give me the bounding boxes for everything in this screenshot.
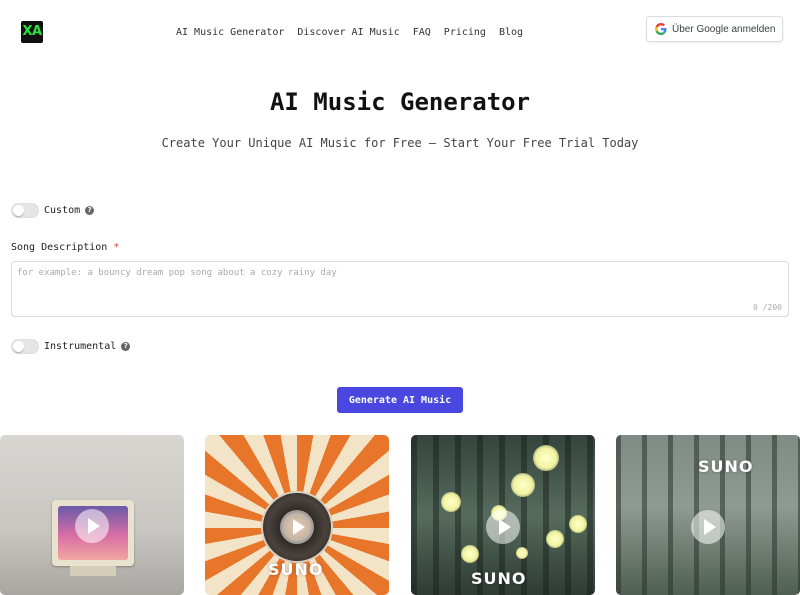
play-icon[interactable] [486,510,520,544]
google-button-label: Über Google anmelden [672,23,776,35]
generate-music-button[interactable]: Generate AI Music [337,387,463,413]
music-card[interactable]: SUNO [411,435,595,595]
card-watermark: SUNO [268,560,324,579]
help-icon[interactable]: ? [85,206,95,215]
custom-label: Custom [44,205,81,216]
instrumental-toggle[interactable] [11,339,39,354]
help-icon[interactable]: ? [121,342,131,351]
nav-item-pricing[interactable]: Pricing [444,27,486,38]
card-watermark: SUNO [471,569,527,588]
play-icon[interactable] [75,509,109,543]
song-description-field: 0 /200 [11,261,789,317]
play-icon[interactable] [691,510,725,544]
page-subtitle: Create Your Unique AI Music for Free – S… [161,136,639,150]
google-sign-in-button[interactable]: Über Google anmelden [646,16,783,42]
music-card[interactable] [0,435,184,595]
music-card[interactable]: SUNO [205,435,389,595]
card-watermark: SUNO [698,457,754,476]
custom-toggle[interactable] [11,203,39,218]
nav-item-ai-music-generator[interactable]: AI Music Generator [176,27,284,38]
custom-row: Custom ? [11,203,95,218]
main-nav: AI Music Generator Discover AI Music FAQ… [176,27,523,38]
instrumental-label: Instrumental [44,341,117,352]
required-mark: * [113,242,120,253]
nav-item-faq[interactable]: FAQ [413,27,431,38]
character-counter: 0 /200 [753,303,782,312]
google-icon [655,23,667,35]
song-description-label: Song Description * [11,242,119,253]
nav-item-discover-ai-music[interactable]: Discover AI Music [297,27,399,38]
play-icon[interactable] [280,510,314,544]
instrumental-row: Instrumental ? [11,339,131,354]
music-card[interactable]: SUNO [616,435,800,595]
song-description-input[interactable] [12,262,788,316]
song-description-text: Song Description [11,242,108,253]
page-title: AI Music Generator [269,88,531,116]
site-logo[interactable]: XA [21,21,43,43]
nav-item-blog[interactable]: Blog [499,27,523,38]
